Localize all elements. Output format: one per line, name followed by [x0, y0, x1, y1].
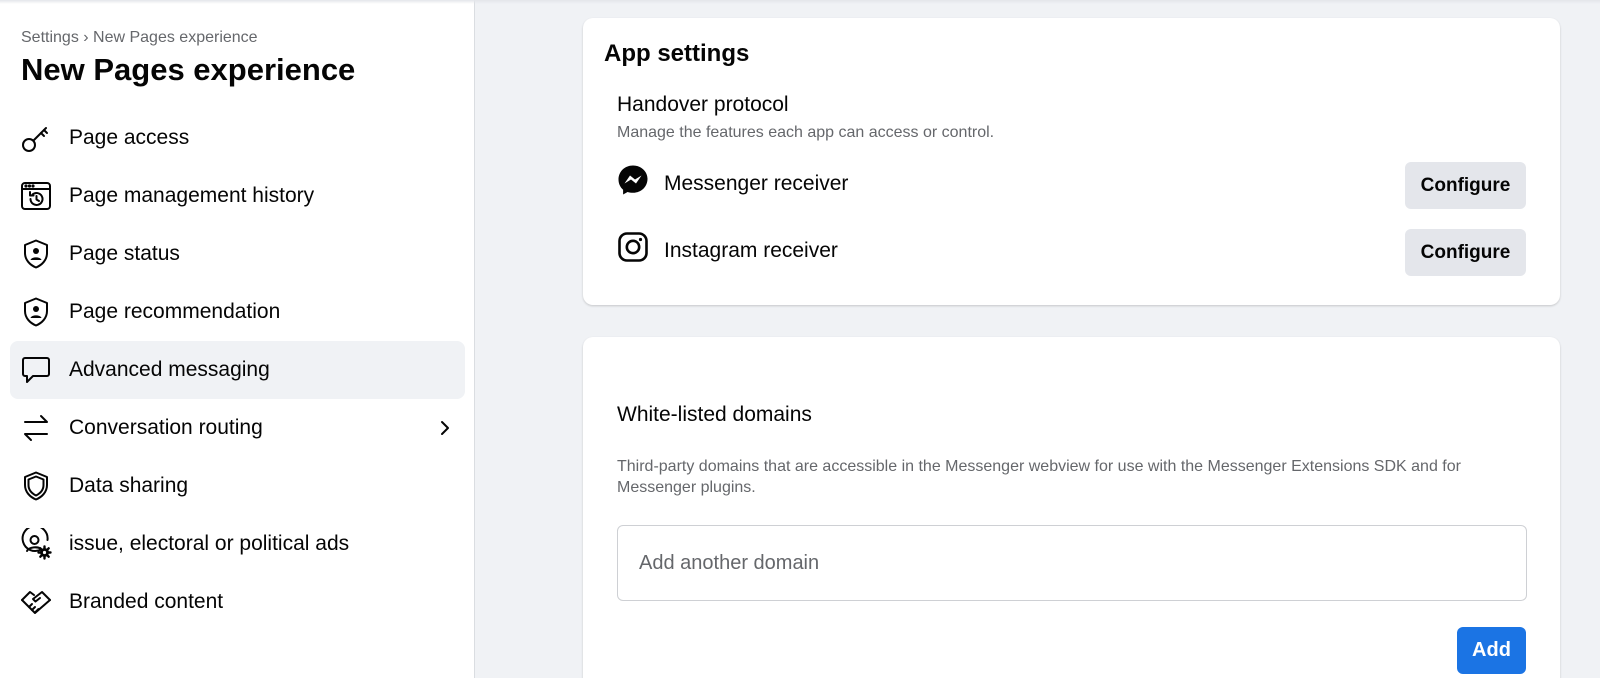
handover-protocol-title: Handover protocol [617, 93, 789, 116]
sidebar-item-label: Data sharing [69, 474, 189, 497]
messenger-receiver-label: Messenger receiver [664, 172, 849, 195]
sidebar-item-page-access[interactable]: Page access [10, 109, 465, 167]
sidebar-item-label: Branded content [69, 590, 224, 613]
whitelisted-domains-title: White-listed domains [617, 403, 812, 426]
app-settings-card: App settings Handover protocol Manage th… [583, 18, 1560, 305]
sidebar-item-label: Conversation routing [69, 416, 263, 439]
page-title: New Pages experience [21, 52, 356, 87]
shield-person-icon [20, 238, 52, 270]
sidebar-item-label: issue, electoral or political ads [69, 532, 350, 555]
sidebar-item-label: Advanced messaging [69, 358, 270, 381]
whitelisted-domains-description: Third-party domains that are accessible … [617, 458, 1461, 496]
messenger-icon [618, 165, 648, 195]
sidebar-item-page-status[interactable]: Page status [10, 225, 465, 283]
app-settings-title: App settings [604, 40, 750, 67]
domain-input[interactable] [617, 525, 1527, 601]
breadcrumb[interactable]: Settings › New Pages experience [21, 29, 258, 47]
person-gear-icon [20, 528, 52, 560]
sidebar-item-conversation-routing[interactable]: Conversation routing [10, 399, 465, 457]
sidebar-item-label: Page access [69, 126, 190, 149]
whitelisted-domains-card: White-listed domains Third-party domains… [583, 337, 1560, 678]
key-icon [20, 122, 52, 154]
shield-person-icon [20, 296, 52, 328]
chat-bubble-icon [20, 354, 52, 386]
instagram-receiver-label: Instagram receiver [664, 239, 838, 262]
swap-arrows-icon [20, 412, 52, 444]
sidebar-item-label: Page management history [69, 184, 315, 207]
sidebar-item-page-recommendation[interactable]: Page recommendation [10, 283, 465, 341]
chevron-right-icon [441, 421, 449, 435]
sidebar-item-page-management-history[interactable]: Page management history [10, 167, 465, 225]
top-shadow [0, 0, 1600, 4]
sidebar-item-label: Page recommendation [69, 300, 281, 323]
instagram-icon [618, 232, 648, 262]
configure-messenger-button[interactable]: Configure [1405, 162, 1526, 209]
sidebar-nav: Page access Page management history Page… [10, 109, 465, 631]
sidebar-item-branded-content[interactable]: Branded content [10, 573, 465, 631]
handshake-icon [20, 586, 52, 618]
sidebar-item-label: Page status [69, 242, 180, 265]
sidebar-item-advanced-messaging[interactable]: Advanced messaging [10, 341, 465, 399]
handover-protocol-description: Manage the features each app can access … [617, 124, 995, 141]
sidebar-item-data-sharing[interactable]: Data sharing [10, 457, 465, 515]
history-icon [20, 180, 52, 212]
configure-instagram-button[interactable]: Configure [1405, 229, 1526, 276]
shield-icon [20, 470, 52, 502]
settings-sidebar: Settings › New Pages experience New Page… [0, 0, 475, 678]
add-domain-button[interactable]: Add [1457, 627, 1526, 674]
sidebar-item-political-ads[interactable]: issue, electoral or political ads [10, 515, 465, 573]
